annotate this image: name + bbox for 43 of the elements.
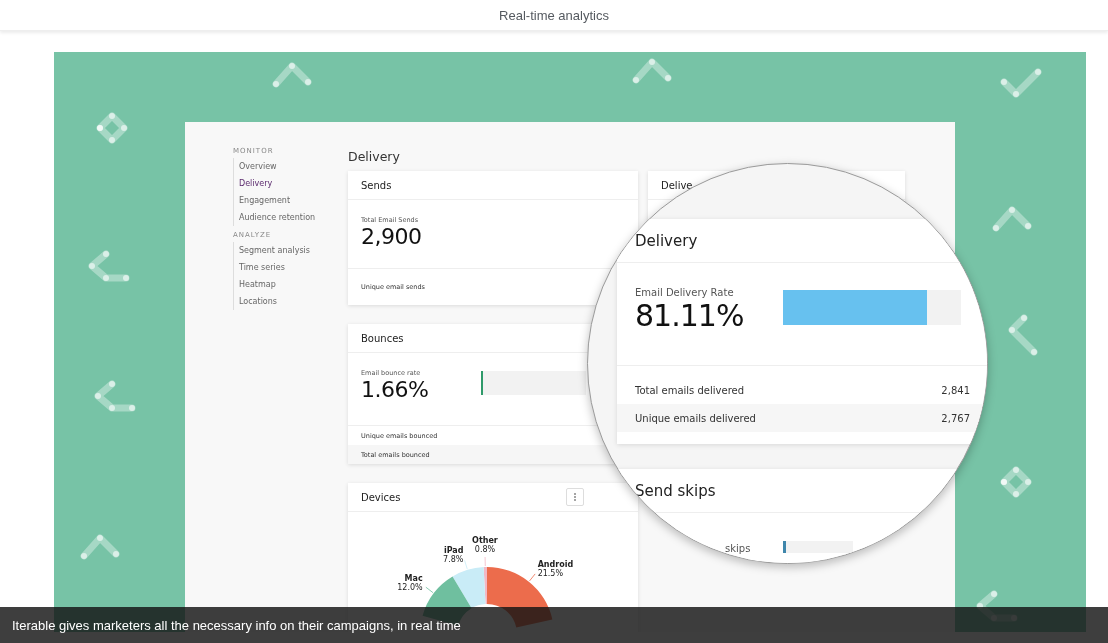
sidebar-item[interactable]: Time series: [239, 259, 348, 276]
more-menu-button[interactable]: [566, 488, 584, 506]
card-title: Devices: [361, 491, 401, 503]
slice-label: Mac: [404, 573, 423, 583]
sidebar-item[interactable]: Delivery: [239, 175, 348, 192]
caption-text: Iterable gives marketers all the necessary info on their campaigns, in real time: [12, 617, 461, 633]
card-title: Delive: [661, 179, 693, 191]
dotted-line-icon: [1006, 314, 1038, 358]
slice-value: 0.8%: [474, 545, 496, 555]
leader-line: [529, 573, 536, 582]
card-title: Delivery: [635, 231, 698, 250]
leader-line: [425, 586, 434, 594]
metric-value: 1.66%: [361, 377, 430, 402]
sidebar-item[interactable]: Heatmap: [239, 276, 348, 293]
stat-label: Total emails delivered: [635, 384, 745, 396]
sidebar-item[interactable]: Audience retention: [239, 209, 348, 226]
card-title: Bounces: [361, 332, 404, 344]
slice-label: iPad: [443, 545, 464, 555]
metric-value: 2,900: [361, 224, 423, 249]
metric-label: Email Delivery Rate: [635, 287, 735, 298]
page-title: Real-time analytics: [499, 7, 609, 23]
leader-line: [484, 556, 486, 567]
slice-value: 12.0%: [397, 582, 423, 592]
sidebar-item[interactable]: Locations: [239, 293, 348, 310]
slice-label: Android: [537, 559, 574, 569]
card-title: Sends: [361, 179, 392, 191]
metric-value: 81.11%: [635, 298, 745, 333]
metric-label: skips: [724, 543, 752, 554]
dotted-line-icon: [1000, 68, 1044, 100]
card-title: Send skips: [635, 481, 716, 500]
sidebar-item[interactable]: Segment analysis: [239, 242, 348, 259]
leader-line: [464, 559, 468, 570]
sidebar-item[interactable]: Overview: [239, 158, 348, 175]
stat-value: 2,767: [941, 412, 970, 424]
dotted-line-icon: [86, 250, 130, 282]
slice-label: Other: [472, 536, 498, 546]
sidebar-item[interactable]: Engagement: [239, 192, 348, 209]
slice-value: 7.8%: [443, 554, 464, 564]
slice-value: 21.5%: [537, 568, 564, 578]
dotted-line-icon: [92, 380, 136, 412]
stat-label: Unique emails delivered: [635, 412, 756, 424]
stat-value: 2,841: [941, 384, 970, 396]
page-heading: Delivery: [348, 147, 401, 166]
